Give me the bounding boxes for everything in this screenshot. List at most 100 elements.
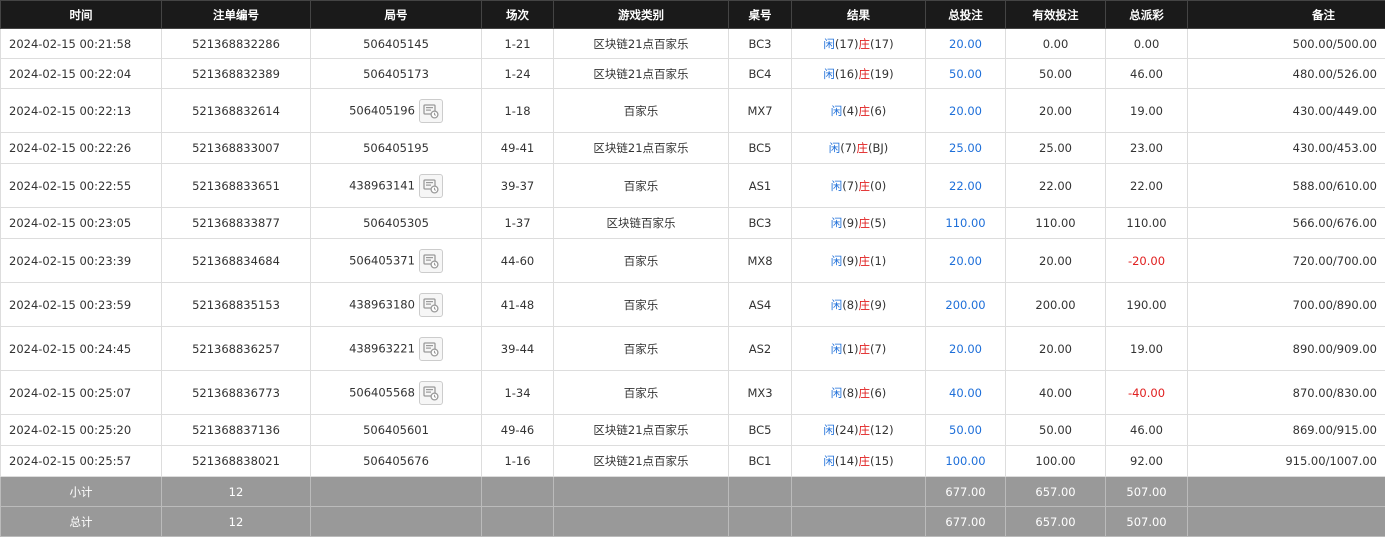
cell-valid-bet: 100.00 [1006, 446, 1106, 477]
cell-total-bet[interactable]: 40.00 [926, 371, 1006, 415]
total-valid: 657.00 [1006, 507, 1106, 537]
cell-session: 44-60 [482, 239, 554, 283]
table-row: 2024-02-15 00:22:13521368832614506405196… [1, 89, 1385, 133]
cell-total-payout: 19.00 [1106, 327, 1188, 371]
header-remark: 备注 [1188, 1, 1385, 29]
result-player-value: (16) [835, 67, 859, 81]
cell-order-no: 521368833877 [162, 208, 311, 239]
replay-icon[interactable] [419, 381, 443, 405]
result-banker-value: (6) [870, 386, 886, 400]
header-total-payout: 总派彩 [1106, 1, 1188, 29]
cell-order-no: 521368834684 [162, 239, 311, 283]
cell-order-no: 521368832389 [162, 59, 311, 89]
cell-table-no: AS1 [729, 164, 792, 208]
cell-total-bet[interactable]: 22.00 [926, 164, 1006, 208]
cell-round-no: 506405195 [311, 133, 482, 164]
result-player-label: 闲 [823, 67, 835, 81]
cell-session: 1-18 [482, 89, 554, 133]
cell-total-bet[interactable]: 100.00 [926, 446, 1006, 477]
cell-round-no: 506405173 [311, 59, 482, 89]
cell-total-payout: 190.00 [1106, 283, 1188, 327]
replay-icon[interactable] [419, 293, 443, 317]
cell-time: 2024-02-15 00:22:13 [1, 89, 162, 133]
cell-remark: 720.00/700.00 [1188, 239, 1385, 283]
cell-total-bet[interactable]: 20.00 [926, 29, 1006, 59]
result-player-label: 闲 [823, 37, 835, 51]
subtotal-valid: 657.00 [1006, 477, 1106, 507]
table-row: 2024-02-15 00:21:58521368832286506405145… [1, 29, 1385, 59]
cell-total-bet[interactable]: 110.00 [926, 208, 1006, 239]
result-banker-label: 庄 [859, 342, 871, 356]
cell-order-no: 521368835153 [162, 283, 311, 327]
cell-remark: 430.00/449.00 [1188, 89, 1385, 133]
cell-valid-bet: 200.00 [1006, 283, 1106, 327]
cell-total-bet[interactable]: 20.00 [926, 89, 1006, 133]
cell-total-bet[interactable]: 25.00 [926, 133, 1006, 164]
cell-game-type: 百家乐 [554, 239, 729, 283]
cell-game-type: 百家乐 [554, 327, 729, 371]
cell-valid-bet: 110.00 [1006, 208, 1106, 239]
result-banker-value: (5) [870, 216, 886, 230]
cell-result: 闲(7)庄(0) [792, 164, 926, 208]
header-time: 时间 [1, 1, 162, 29]
result-banker-label: 庄 [859, 216, 871, 230]
cell-round-no: 506405196 [311, 89, 482, 133]
subtotal-label: 小计 [1, 477, 162, 507]
cell-game-type: 区块链21点百家乐 [554, 415, 729, 446]
table-row: 2024-02-15 00:23:05521368833877506405305… [1, 208, 1385, 239]
cell-time: 2024-02-15 00:25:07 [1, 371, 162, 415]
cell-valid-bet: 0.00 [1006, 29, 1106, 59]
result-player-label: 闲 [823, 423, 835, 437]
round-no-text: 506405173 [363, 67, 429, 81]
result-banker-value: (9) [870, 298, 886, 312]
cell-total-payout: -40.00 [1106, 371, 1188, 415]
result-player-label: 闲 [831, 254, 843, 268]
cell-session: 49-41 [482, 133, 554, 164]
cell-total-bet[interactable]: 50.00 [926, 415, 1006, 446]
result-banker-value: (15) [870, 454, 894, 468]
cell-valid-bet: 20.00 [1006, 239, 1106, 283]
subtotal-count: 12 [162, 477, 311, 507]
subtotal-bet: 677.00 [926, 477, 1006, 507]
result-player-label: 闲 [831, 342, 843, 356]
cell-session: 1-24 [482, 59, 554, 89]
cell-total-bet[interactable]: 200.00 [926, 283, 1006, 327]
replay-icon[interactable] [419, 249, 443, 273]
cell-result: 闲(17)庄(17) [792, 29, 926, 59]
cell-remark: 700.00/890.00 [1188, 283, 1385, 327]
cell-round-no: 506405305 [311, 208, 482, 239]
result-banker-value: (6) [870, 104, 886, 118]
cell-remark: 500.00/500.00 [1188, 29, 1385, 59]
cell-total-bet[interactable]: 20.00 [926, 239, 1006, 283]
round-no-text: 506405371 [349, 253, 415, 267]
cell-table-no: AS2 [729, 327, 792, 371]
cell-result: 闲(1)庄(7) [792, 327, 926, 371]
cell-time: 2024-02-15 00:25:20 [1, 415, 162, 446]
cell-result: 闲(16)庄(19) [792, 59, 926, 89]
cell-valid-bet: 22.00 [1006, 164, 1106, 208]
total-row: 总计 12 677.00 657.00 507.00 [1, 507, 1385, 537]
cell-game-type: 区块链21点百家乐 [554, 29, 729, 59]
cell-remark: 430.00/453.00 [1188, 133, 1385, 164]
replay-icon[interactable] [419, 99, 443, 123]
round-no-text: 506405568 [349, 385, 415, 399]
header-table-no: 桌号 [729, 1, 792, 29]
table-row: 2024-02-15 00:25:20521368837136506405601… [1, 415, 1385, 446]
result-player-label: 闲 [831, 386, 843, 400]
cell-order-no: 521368837136 [162, 415, 311, 446]
header-game-type: 游戏类别 [554, 1, 729, 29]
cell-remark: 588.00/610.00 [1188, 164, 1385, 208]
cell-time: 2024-02-15 00:23:05 [1, 208, 162, 239]
cell-round-no: 506405145 [311, 29, 482, 59]
cell-total-payout: 22.00 [1106, 164, 1188, 208]
cell-time: 2024-02-15 00:22:26 [1, 133, 162, 164]
replay-icon[interactable] [419, 337, 443, 361]
cell-total-bet[interactable]: 20.00 [926, 327, 1006, 371]
cell-total-bet[interactable]: 50.00 [926, 59, 1006, 89]
cell-game-type: 百家乐 [554, 89, 729, 133]
cell-time: 2024-02-15 00:22:04 [1, 59, 162, 89]
replay-icon[interactable] [419, 174, 443, 198]
result-player-value: (7) [842, 179, 858, 193]
cell-round-no: 506405601 [311, 415, 482, 446]
round-no-text: 506405676 [363, 454, 429, 468]
